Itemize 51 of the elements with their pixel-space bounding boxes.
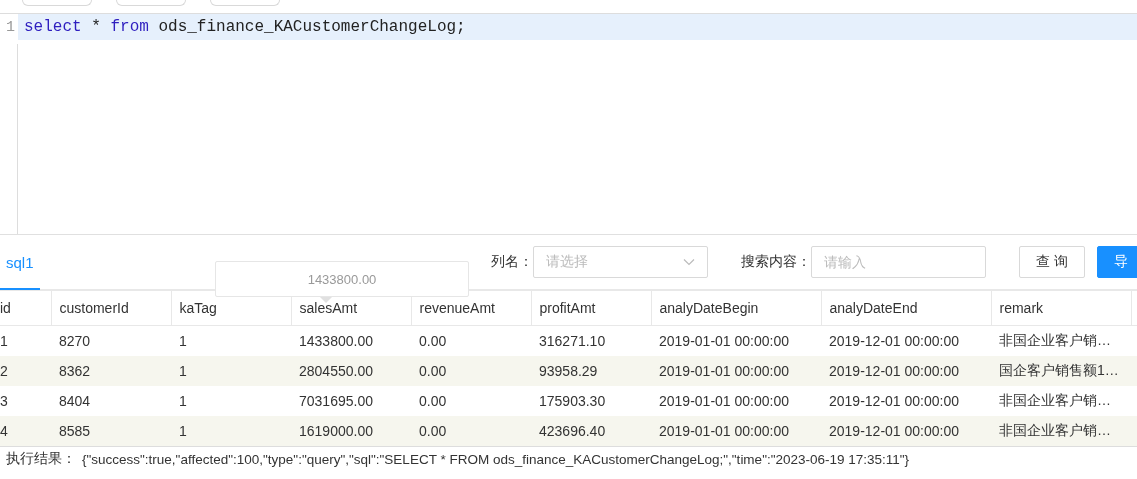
table-cell: 175903.30 [531,386,651,416]
field-label: 搜索内容： [741,253,812,271]
table-cell: 423696.40 [531,416,651,446]
chevron-down-icon [683,258,696,266]
table-cell: 1 [171,386,291,416]
column-header[interactable]: analyDateEnd [821,291,991,326]
table-cell: 0.00 [411,325,531,356]
field-label: 列名： [491,253,534,271]
table-cell: 非国企业客户销… [991,416,1131,446]
line-number: 1 [5,18,16,36]
table-cell: 1 [171,416,291,446]
column-header[interactable]: analyDateBegin [651,291,821,326]
table-cell: 2804550.00 [291,356,411,386]
table-cell: 2019-01-01 00:00:00 [651,356,821,386]
table-cell: 8270 [51,325,171,356]
table-cell: 2019-01-01 00:00:00 [651,416,821,446]
column-header[interactable]: customerId [51,291,171,326]
column-header[interactable]: remark [991,291,1131,326]
table-cell: 2019-12-01 00:00:00 [821,325,991,356]
table-cell: 2019-12-01 00:00:00 [821,356,991,386]
status-label: 执行结果： [6,450,76,468]
table-cell: 国企客户销售额1… [991,356,1131,386]
table-cell: 93958.29 [531,356,651,386]
column-header[interactable]: profitAmt [531,291,651,326]
search-field[interactable]: 请输入 [811,246,987,278]
table-cell: 2 [0,356,51,386]
table-cell: 1433800.00 [291,325,411,356]
table-cell: 8362 [51,356,171,386]
table-cell: 2019-12-01 00:00:00 [821,386,991,416]
table-cell: 316271.10 [531,325,651,356]
table-cell: 非国企业客户销… [991,325,1131,356]
table-cell: 1 [171,356,291,386]
table-cell: 非国企业客户销… [991,386,1131,416]
status-text: {"success":true,"affected":100,"type":"query","sql":"SELECT * FROM ods_finance_KACustomerChangeLog;","time":"2023-06-19 17:35:11"} [82,451,910,467]
table-cell: 0.00 [411,356,531,386]
table-cell: 1 [0,325,51,356]
table-cell: 0.00 [411,386,531,416]
table-cell: 8404 [51,386,171,416]
tooltip-text: 1433800.00 [307,271,377,287]
table-cell: 4 [0,416,51,446]
table-cell: 2019-12-01 00:00:00 [821,416,991,446]
table-cell: 0.00 [411,416,531,446]
table-cell: 7031695.00 [291,386,411,416]
table-cell: 1619000.00 [291,416,411,446]
table-cell: 8585 [51,416,171,446]
table-cell: 2019-01-01 00:00:00 [651,325,821,356]
column-header[interactable]: id [0,291,51,326]
query-button[interactable]: 查 询 [1019,246,1085,278]
table-cell: 1 [171,325,291,356]
table-cell: 3 [0,386,51,416]
table-cell: 2019-01-01 00:00:00 [651,386,821,416]
